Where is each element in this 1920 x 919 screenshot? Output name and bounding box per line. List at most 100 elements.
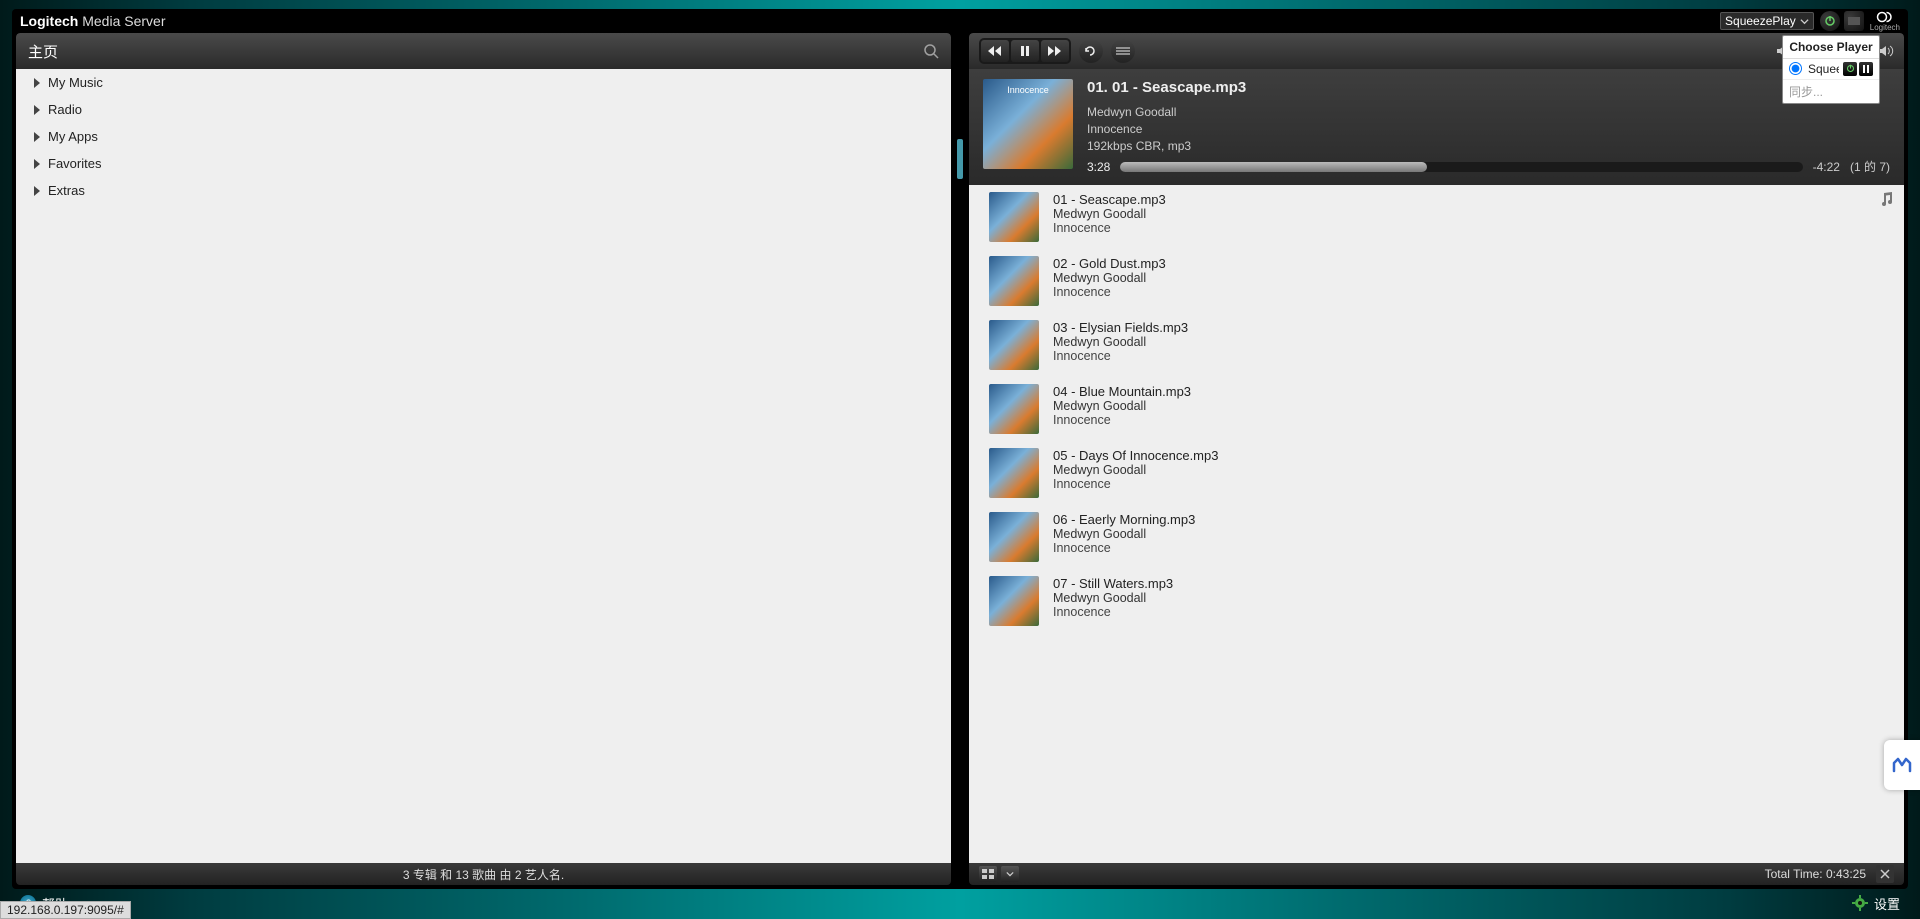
shuffle-icon [1116, 46, 1130, 56]
playlist-item[interactable]: 02 - Gold Dust.mp3Medwyn GoodallInnocenc… [969, 249, 1904, 313]
chevron-down-icon [1006, 870, 1014, 878]
playlist-item-info: 04 - Blue Mountain.mp3Medwyn GoodallInno… [1053, 384, 1191, 427]
playlist-item-cover [989, 576, 1039, 626]
playlist-item-cover [989, 512, 1039, 562]
logitech-logo-icon [1876, 11, 1894, 23]
playlist-item-title: 04 - Blue Mountain.mp3 [1053, 384, 1191, 399]
player-popup-header: Choose Player [1783, 36, 1879, 59]
playlist-item-title: 02 - Gold Dust.mp3 [1053, 256, 1166, 271]
playlist-item-title: 01 - Seascape.mp3 [1053, 192, 1166, 207]
dim-button[interactable] [1844, 11, 1864, 31]
clear-playlist-button[interactable] [1876, 865, 1894, 883]
app-window: Logitech Media Server SqueezePlay Logite… [12, 9, 1908, 889]
player-popup-radio[interactable] [1789, 62, 1802, 75]
progress-bar[interactable] [1120, 162, 1802, 172]
playlist-item[interactable]: 06 - Eaerly Morning.mp3Medwyn GoodallInn… [969, 505, 1904, 569]
repeat-icon [1084, 45, 1098, 57]
search-button[interactable] [923, 43, 939, 59]
browse-item[interactable]: My Apps [16, 123, 951, 150]
close-icon [1880, 869, 1890, 879]
playlist-item-cover [989, 256, 1039, 306]
side-handle[interactable] [1884, 740, 1920, 790]
total-time-text: Total Time: 0:43:25 [1765, 867, 1866, 881]
player-popup-name: SqueezePlay [1808, 62, 1839, 76]
browse-list: My Music Radio My Apps Favorites Extras [16, 69, 951, 863]
progress-fill [1120, 162, 1427, 172]
prev-button[interactable] [981, 40, 1009, 62]
panels: 主页 My MusicRadioMy AppsFavoritesExtras 3… [12, 33, 1908, 889]
playlist-item-artist: Medwyn Goodall [1053, 271, 1166, 285]
playlist-music-icon[interactable] [1878, 191, 1894, 207]
pause-icon [1020, 46, 1030, 56]
power-button[interactable] [1820, 11, 1840, 31]
vol-up-button[interactable] [1878, 45, 1894, 57]
browse-item[interactable]: Favorites [16, 150, 951, 177]
now-playing-album: Innocence [1087, 121, 1890, 138]
repeat-button[interactable] [1079, 39, 1103, 63]
music-note-icon [1878, 191, 1894, 207]
shuffle-button[interactable] [1111, 39, 1135, 63]
player-popup-mini-controls [1843, 62, 1873, 76]
browse-item[interactable]: Extras [16, 177, 951, 204]
settings-label: 设置 [1874, 894, 1900, 913]
player-popup-sync[interactable]: 同步... [1783, 79, 1879, 103]
playlist-item-title: 03 - Elysian Fields.mp3 [1053, 320, 1188, 335]
playlist-item[interactable]: 01 - Seascape.mp3Medwyn GoodallInnocence [969, 185, 1904, 249]
browse-item-label: My Apps [48, 129, 98, 144]
browse-item-label: Extras [48, 183, 85, 198]
now-playing-format: 192kbps CBR, mp3 [1087, 138, 1890, 155]
playlist-item-album: Innocence [1053, 349, 1188, 363]
playlist-item-artist: Medwyn Goodall [1053, 335, 1188, 349]
playlist-item-artist: Medwyn Goodall [1053, 527, 1195, 541]
playlist-item-artist: Medwyn Goodall [1053, 591, 1173, 605]
player-popup: Choose Player SqueezePlay 同步... [1782, 35, 1880, 104]
browse-item[interactable]: My Music [16, 69, 951, 96]
pause-icon [1862, 65, 1870, 73]
playlist-item-cover [989, 448, 1039, 498]
playlist-item-artist: Medwyn Goodall [1053, 463, 1218, 477]
brand: Logitech Media Server [20, 13, 166, 29]
playlist-item-cover [989, 320, 1039, 370]
player-selector[interactable]: SqueezePlay [1720, 12, 1814, 30]
right-status-bar: Total Time: 0:43:25 [969, 863, 1904, 885]
player-popup-mini-power[interactable] [1843, 62, 1857, 76]
left-status-text: 3 专辑 和 13 歌曲 由 2 艺人名. [403, 866, 564, 883]
pause-button[interactable] [1011, 40, 1039, 62]
now-playing-cover[interactable]: Innocence [983, 79, 1073, 169]
playlist-item-cover [989, 384, 1039, 434]
panel-divider[interactable] [957, 33, 963, 885]
playlist-item[interactable]: 04 - Blue Mountain.mp3Medwyn GoodallInno… [969, 377, 1904, 441]
settings-link[interactable]: 设置 [1852, 894, 1900, 913]
player-popup-mini-pause[interactable] [1859, 62, 1873, 76]
playlist-item[interactable]: 03 - Elysian Fields.mp3Medwyn GoodallInn… [969, 313, 1904, 377]
search-icon [923, 43, 939, 59]
playlist-item-title: 06 - Eaerly Morning.mp3 [1053, 512, 1195, 527]
brand-bold: Logitech [20, 13, 78, 29]
view-dropdown-button[interactable] [1001, 866, 1019, 882]
view-mode-button[interactable] [979, 866, 997, 882]
divider-grip[interactable] [957, 139, 963, 179]
titlebar: Logitech Media Server SqueezePlay Logite… [12, 9, 1908, 33]
logitech-logo: Logitech [1870, 11, 1900, 32]
playlist-item-title: 05 - Days Of Innocence.mp3 [1053, 448, 1218, 463]
browse-item[interactable]: Radio [16, 96, 951, 123]
playlist-item[interactable]: 07 - Still Waters.mp3Medwyn GoodallInnoc… [969, 569, 1904, 633]
caret-icon [34, 105, 40, 115]
caret-icon [34, 132, 40, 142]
playlist-item-info: 01 - Seascape.mp3Medwyn GoodallInnocence [1053, 192, 1166, 235]
playlist-item[interactable]: 05 - Days Of Innocence.mp3Medwyn Goodall… [969, 441, 1904, 505]
now-playing-info: 01. 01 - Seascape.mp3 Medwyn Goodall Inn… [1087, 79, 1890, 175]
left-panel: 主页 My MusicRadioMy AppsFavoritesExtras 3… [16, 33, 951, 885]
next-button[interactable] [1041, 40, 1069, 62]
now-playing-title: 01. 01 - Seascape.mp3 [1087, 79, 1890, 96]
dim-icon [1848, 17, 1860, 25]
player-popup-row[interactable]: SqueezePlay [1783, 59, 1879, 79]
playlist-item-album: Innocence [1053, 541, 1195, 555]
top-right-controls: SqueezePlay Logitech Choose Player [1720, 11, 1900, 32]
cover-text: Innocence [1007, 85, 1049, 95]
playlist-item-artist: Medwyn Goodall [1053, 399, 1191, 413]
side-handle-icon [1890, 755, 1914, 775]
playlist-item-title: 07 - Still Waters.mp3 [1053, 576, 1173, 591]
browse-item-label: Radio [48, 102, 82, 117]
logitech-logo-text: Logitech [1870, 23, 1900, 32]
